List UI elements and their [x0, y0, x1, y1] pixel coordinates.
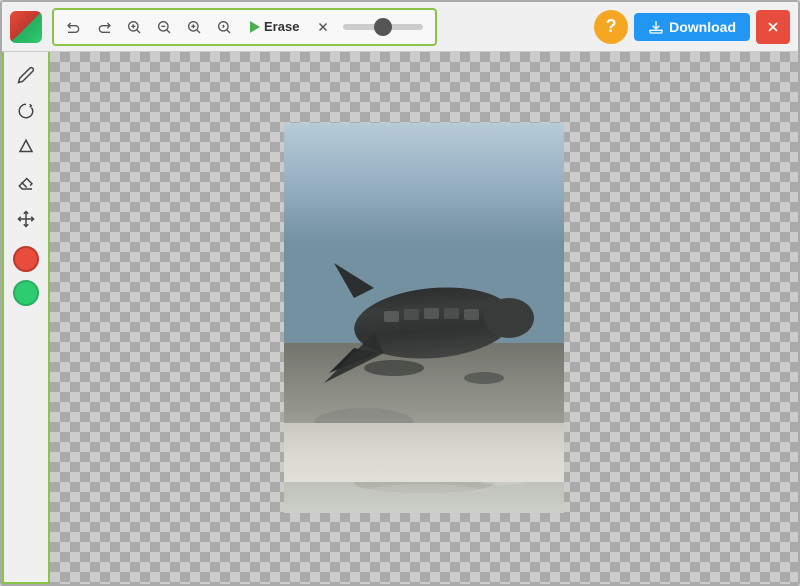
- lasso-tool-button[interactable]: [9, 94, 43, 128]
- download-label: Download: [669, 19, 736, 35]
- cancel-erase-button[interactable]: [311, 15, 335, 39]
- close-button[interactable]: [756, 10, 790, 44]
- foreground-color-button[interactable]: [13, 246, 39, 272]
- zoom-reset-button[interactable]: [210, 13, 238, 41]
- app-container: Erase ?: [0, 0, 800, 586]
- app-logo: [10, 11, 42, 43]
- toolbar-group-main: Erase: [52, 8, 437, 46]
- zoom-fit-button[interactable]: [180, 13, 208, 41]
- left-sidebar: [2, 52, 50, 584]
- polygon-tool-button[interactable]: [9, 130, 43, 164]
- erase-label: Erase: [264, 19, 299, 34]
- download-icon: [648, 19, 664, 35]
- close-icon: [765, 19, 781, 35]
- main-content: [2, 52, 798, 584]
- zoom-in-button[interactable]: [120, 13, 148, 41]
- help-label: ?: [606, 16, 617, 37]
- move-tool-button[interactable]: [9, 202, 43, 236]
- canvas-area[interactable]: [50, 52, 798, 584]
- eraser-tool-button[interactable]: [9, 166, 43, 200]
- image-svg: [284, 123, 564, 513]
- pencil-tool-button[interactable]: [9, 58, 43, 92]
- background-color-button[interactable]: [13, 280, 39, 306]
- canvas-image: [284, 123, 564, 513]
- right-toolbar: ? Download: [594, 10, 790, 44]
- brush-size-slider-container: [337, 24, 429, 30]
- erase-button[interactable]: Erase: [240, 15, 309, 38]
- zoom-out-button[interactable]: [150, 13, 178, 41]
- redo-button[interactable]: [90, 13, 118, 41]
- download-button[interactable]: Download: [634, 13, 750, 41]
- help-button[interactable]: ?: [594, 10, 628, 44]
- brush-size-slider[interactable]: [343, 24, 423, 30]
- undo-button[interactable]: [60, 13, 88, 41]
- erase-play-icon: [250, 21, 260, 33]
- top-toolbar: Erase ?: [2, 2, 798, 52]
